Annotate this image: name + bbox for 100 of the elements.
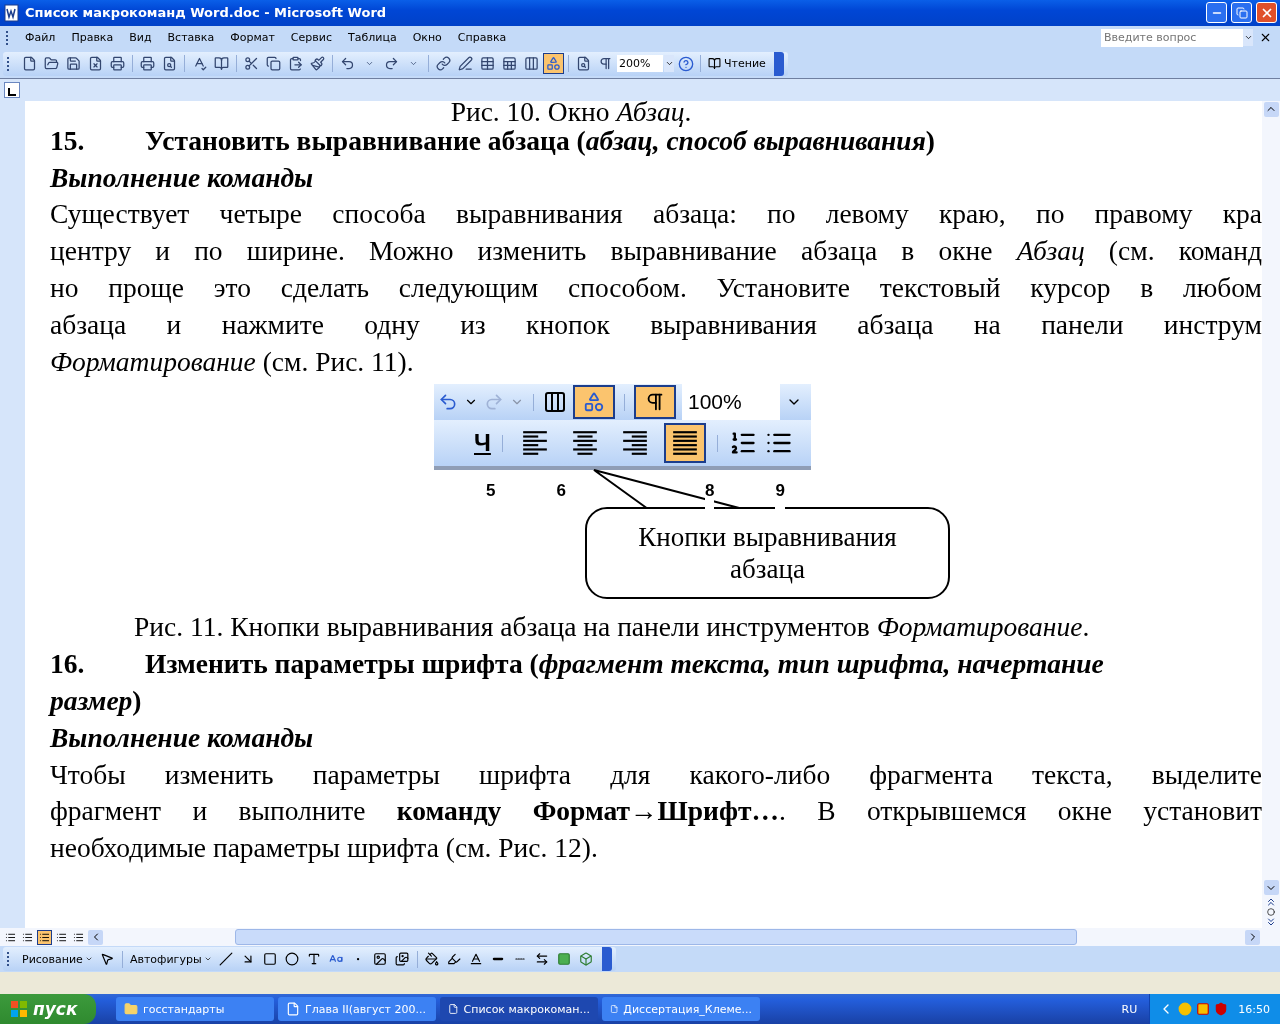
text-box-icon[interactable]: [307, 952, 322, 967]
start-button[interactable]: пуск: [0, 994, 96, 1024]
drawing-icon: [583, 391, 605, 414]
menu-item[interactable]: Таблица: [339, 31, 405, 45]
view-button[interactable]: [37, 929, 52, 945]
oval-icon[interactable]: [285, 952, 300, 967]
taskbar-button[interactable]: Список макрокоман...: [440, 997, 598, 1021]
rectangle-icon[interactable]: [263, 952, 278, 967]
pilcrow-icon[interactable]: [598, 56, 613, 72]
previous-page-icon[interactable]: [1265, 896, 1277, 909]
open-folder-icon[interactable]: [44, 56, 59, 72]
view-icon: [73, 931, 84, 943]
hyperlink-icon[interactable]: [436, 56, 451, 72]
reading-button[interactable]: Чтение: [705, 53, 769, 74]
tab-stop-button[interactable]: [4, 81, 20, 98]
paragraph-line: Существует четыре способа выравнивания абзаца: по левому краю, по правому кра: [50, 198, 1262, 230]
new-document-icon[interactable]: [22, 56, 37, 72]
print-preview-icon[interactable]: [162, 56, 177, 72]
section-heading: Изменить параметры шрифта (фрагмент текста, тип шрифта, начертание: [145, 647, 1104, 682]
minimize-button[interactable]: [1206, 2, 1227, 24]
menu-item[interactable]: Вставка: [159, 31, 223, 45]
view-icon: [5, 931, 16, 943]
taskbar-button[interactable]: госстандарты: [116, 997, 274, 1021]
copy-icon[interactable]: [266, 56, 281, 72]
paragraph-line: Форматирование (см. Рис. 11).: [50, 345, 414, 377]
save-icon[interactable]: [66, 56, 81, 72]
pointer-icon[interactable]: [100, 952, 115, 967]
undo-icon[interactable]: [340, 56, 355, 72]
restore-button[interactable]: [1231, 2, 1252, 24]
print-icon[interactable]: [140, 56, 155, 72]
dropdown-button[interactable]: [664, 55, 674, 73]
browse-object-icon[interactable]: [1267, 908, 1275, 917]
view-icon: [56, 931, 67, 943]
format-painter-icon[interactable]: [310, 56, 325, 72]
drawing-icon: [546, 56, 561, 72]
tab-stop-icon: [8, 87, 16, 97]
toolbar-options-button[interactable]: [601, 947, 612, 972]
toolbar-options-button[interactable]: [773, 51, 784, 76]
subheading: Выполнение команды: [50, 720, 315, 755]
language-indicator[interactable]: RU: [1113, 1002, 1146, 1016]
help-icon[interactable]: [677, 55, 694, 72]
redo-icon[interactable]: [384, 56, 399, 72]
paragraph-line: центру и по ширине. Можно изменить выравнивание абзаца в окне Абзац (см. команд: [50, 235, 1262, 267]
paragraph-line: необходимые параметры шрифта (см. Рис. 12).: [50, 832, 598, 864]
columns-icon[interactable]: [524, 56, 539, 72]
paragraph-line: но проще это сделать следующим способом. Установите текстовый курсор в любом: [50, 272, 1262, 304]
scrollbar-thumb[interactable]: [235, 929, 1077, 946]
menu-item[interactable]: Файл: [17, 31, 64, 45]
arrow-style-icon[interactable]: [535, 952, 550, 967]
scroll-up-button[interactable]: [1263, 101, 1279, 117]
word-document-icon: [3, 4, 21, 22]
zoom-field[interactable]: 200%: [617, 55, 663, 73]
document-icon: [286, 1002, 300, 1016]
help-search-field[interactable]: Введите вопрос: [1101, 28, 1243, 47]
drawing-menu-button[interactable]: Рисование: [19, 949, 96, 970]
document-x-icon[interactable]: [88, 56, 103, 72]
paragraph-line: абзаца и нажмите одну из кнопок выравнивания абзаца на панели инструм: [50, 308, 1262, 340]
document-map-icon[interactable]: [576, 56, 591, 72]
taskbar-button[interactable]: Глава II(август 200...: [278, 997, 436, 1021]
close-button[interactable]: [1256, 2, 1277, 24]
font-color-icon[interactable]: [469, 952, 484, 967]
autoshapes-menu-button[interactable]: Автофигуры: [126, 949, 215, 970]
subheading: Выполнение команды: [50, 160, 315, 195]
scroll-left-button[interactable]: [88, 929, 103, 945]
menu-item[interactable]: Вид: [121, 31, 160, 45]
restore-icon: [1235, 7, 1248, 19]
view-icon: [39, 931, 50, 943]
paste-icon[interactable]: [288, 56, 303, 72]
spreadsheet-icon[interactable]: [502, 56, 517, 72]
fill-color-icon[interactable]: [425, 952, 440, 967]
menu-item[interactable]: Справка: [449, 31, 515, 45]
drawing-toggle-button[interactable]: [543, 53, 564, 75]
3d-icon[interactable]: [579, 952, 594, 967]
scroll-right-button[interactable]: [1245, 929, 1260, 945]
windows-logo-icon: [10, 1000, 28, 1018]
menu-item[interactable]: Формат: [222, 31, 283, 45]
section-number: 16.: [50, 647, 86, 682]
window-title: Список макрокоманд Word.doc - Microsoft Word: [25, 5, 388, 21]
section-heading: размер): [50, 684, 142, 719]
clock: 16:50: [1238, 1002, 1270, 1016]
dropdown-button[interactable]: [1243, 29, 1253, 47]
line-icon[interactable]: [219, 952, 234, 967]
section-number: 15.: [50, 123, 86, 158]
table-icon[interactable]: [480, 56, 495, 72]
view-icon: [22, 931, 33, 943]
zoom-field: 100%: [682, 382, 780, 423]
undo-icon: [438, 392, 458, 413]
menu-item[interactable]: Окно: [404, 31, 450, 45]
taskbar-button[interactable]: Диссертация_Клеме...: [602, 997, 760, 1021]
menu-item[interactable]: Сервис: [282, 31, 340, 45]
tray-app-icon[interactable]: [1196, 1002, 1211, 1016]
underline-label: Ч: [473, 428, 491, 459]
columns-icon: [543, 390, 567, 415]
menu-item[interactable]: Правка: [63, 31, 122, 45]
scroll-down-button[interactable]: [1263, 880, 1279, 896]
picture-icon[interactable]: [395, 952, 410, 967]
figure-caption: Рис. 10. Окно Абзац.: [450, 100, 692, 127]
spelling-icon[interactable]: [192, 56, 207, 72]
cut-icon[interactable]: [244, 56, 259, 72]
book-icon: [708, 57, 721, 71]
